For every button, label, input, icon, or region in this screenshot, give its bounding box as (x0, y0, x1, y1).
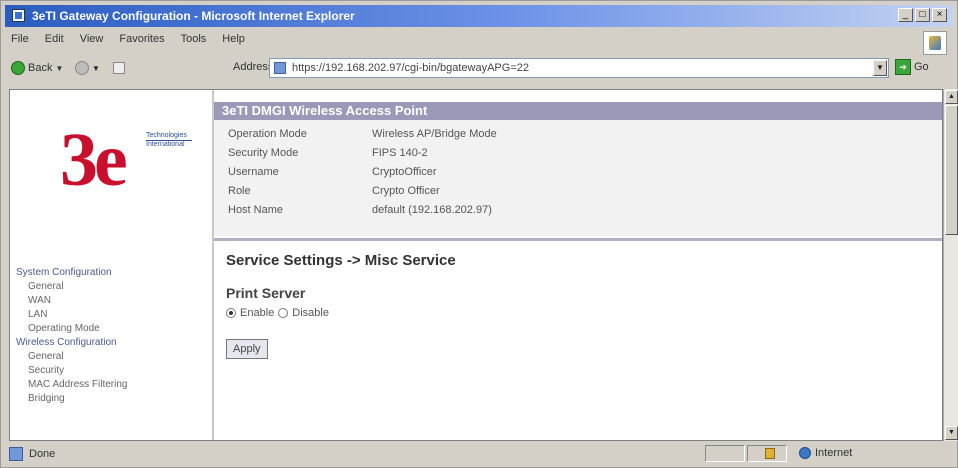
address-label: Address (233, 61, 274, 73)
info-value: default (192.168.202.97) (372, 203, 492, 216)
logo-tagline-2: International (146, 141, 185, 148)
logo-tagline-1: Technologies (146, 132, 187, 139)
globe-icon (799, 447, 811, 459)
enable-label[interactable]: Enable (240, 307, 274, 319)
section-separator (214, 238, 942, 241)
3e-logo: 3e Technologies International (60, 120, 200, 210)
nav-item-operating-mode[interactable]: Operating Mode (16, 322, 206, 336)
main-content: Service Settings -> Misc Service Print S… (226, 244, 926, 359)
nav-item-security[interactable]: Security (16, 364, 206, 378)
chevron-down-icon: ▼ (55, 63, 64, 73)
logo-mark: 3e (60, 118, 128, 202)
maximize-button[interactable]: □ (915, 8, 930, 22)
menu-edit[interactable]: Edit (39, 31, 70, 49)
vertical-scrollbar[interactable]: ▲ ▼ (943, 89, 958, 441)
nav-item-mac-filtering[interactable]: MAC Address Filtering (16, 378, 206, 392)
page-title: Service Settings -> Misc Service (226, 252, 456, 269)
window-title: 3eTI Gateway Configuration - Microsoft I… (32, 9, 355, 23)
nav-wireless-configuration[interactable]: Wireless Configuration (16, 336, 206, 350)
back-button[interactable]: Back ▼ (11, 61, 63, 75)
page-icon (274, 62, 286, 74)
window-controls: _ □ × (898, 8, 947, 22)
title-bar: 3eTI Gateway Configuration - Microsoft I… (5, 5, 953, 27)
menu-bar: File Edit View Favorites Tools Help (5, 31, 953, 49)
scroll-down-icon[interactable]: ▼ (945, 426, 958, 440)
scroll-up-icon[interactable]: ▲ (945, 90, 958, 104)
zone-text: Internet (815, 447, 853, 459)
minimize-button[interactable]: _ (898, 8, 913, 22)
info-key: Operation Mode (228, 127, 307, 140)
back-arrow-icon (11, 61, 25, 75)
enable-radio[interactable] (226, 308, 236, 318)
go-arrow-icon: ➔ (895, 59, 911, 75)
nav-item-general[interactable]: General (16, 280, 206, 294)
address-bar[interactable]: https://192.168.202.97/cgi-bin/bgatewayA… (269, 58, 889, 78)
device-info-panel: 3eTI DMGI Wireless Access Point Operatio… (214, 102, 942, 236)
lock-icon (765, 448, 775, 459)
info-row: Security Mode FIPS 140-2 (228, 143, 497, 162)
close-button[interactable]: × (932, 8, 947, 22)
info-value: Wireless AP/Bridge Mode (372, 127, 497, 140)
info-key: Security Mode (228, 146, 299, 159)
nav-item-wireless-general[interactable]: General (16, 350, 206, 364)
page-viewport: 3e Technologies International System Con… (9, 89, 943, 441)
browser-window: 3eTI Gateway Configuration - Microsoft I… (0, 0, 958, 468)
status-text: Done (29, 448, 56, 460)
address-dropdown-button[interactable]: ▼ (873, 60, 887, 76)
forward-button[interactable]: ▼ (75, 61, 100, 75)
nav-menu: System Configuration General WAN LAN Ope… (16, 266, 206, 406)
left-navigation: 3e Technologies International System Con… (10, 90, 210, 440)
info-value: CryptoOfficer (372, 165, 437, 178)
disable-radio[interactable] (278, 308, 289, 318)
nav-item-bridging[interactable]: Bridging (16, 392, 206, 406)
status-bar: Done Internet (5, 443, 955, 465)
info-row: Username CryptoOfficer (228, 162, 497, 181)
device-info-header: 3eTI DMGI Wireless Access Point (214, 102, 942, 120)
info-value: FIPS 140-2 (372, 146, 428, 159)
toolbar: Back ▼ ▼ Address https://192.168.202.97/… (5, 55, 953, 83)
status-pane (705, 445, 745, 462)
menu-file[interactable]: File (5, 31, 35, 49)
print-server-radio-group: Enable Disable (226, 307, 926, 319)
menu-favorites[interactable]: Favorites (113, 31, 170, 49)
info-row: Role Crypto Officer (228, 181, 497, 200)
info-row: Operation Mode Wireless AP/Bridge Mode (228, 124, 497, 143)
menu-view[interactable]: View (74, 31, 110, 49)
device-info-rows: Operation Mode Wireless AP/Bridge Mode S… (228, 124, 497, 219)
status-text-area: Done (9, 447, 55, 461)
windows-logo-icon (923, 31, 947, 55)
page-icon[interactable] (113, 62, 125, 74)
page-done-icon (9, 447, 23, 461)
go-button[interactable]: ➔ Go (895, 59, 929, 75)
forward-arrow-icon (75, 61, 89, 75)
nav-item-wan[interactable]: WAN (16, 294, 206, 308)
apply-button[interactable]: Apply (226, 339, 268, 359)
scroll-thumb[interactable] (945, 105, 958, 235)
nav-system-configuration[interactable]: System Configuration (16, 266, 206, 280)
menu-tools[interactable]: Tools (175, 31, 213, 49)
security-zone: Internet (799, 447, 852, 459)
menu-help[interactable]: Help (216, 31, 251, 49)
info-row: Host Name default (192.168.202.97) (228, 200, 497, 219)
section-title: Print Server (226, 285, 306, 301)
disable-label[interactable]: Disable (292, 307, 329, 319)
info-key: Host Name (228, 203, 284, 216)
nav-item-lan[interactable]: LAN (16, 308, 206, 322)
chevron-down-icon: ▼ (92, 63, 100, 73)
info-key: Username (228, 165, 279, 178)
ie-app-icon (12, 9, 25, 22)
back-label: Back (28, 62, 53, 74)
info-value: Crypto Officer (372, 184, 440, 197)
url-text: https://192.168.202.97/cgi-bin/bgatewayA… (292, 62, 529, 74)
info-key: Role (228, 184, 251, 197)
go-label: Go (914, 61, 929, 73)
